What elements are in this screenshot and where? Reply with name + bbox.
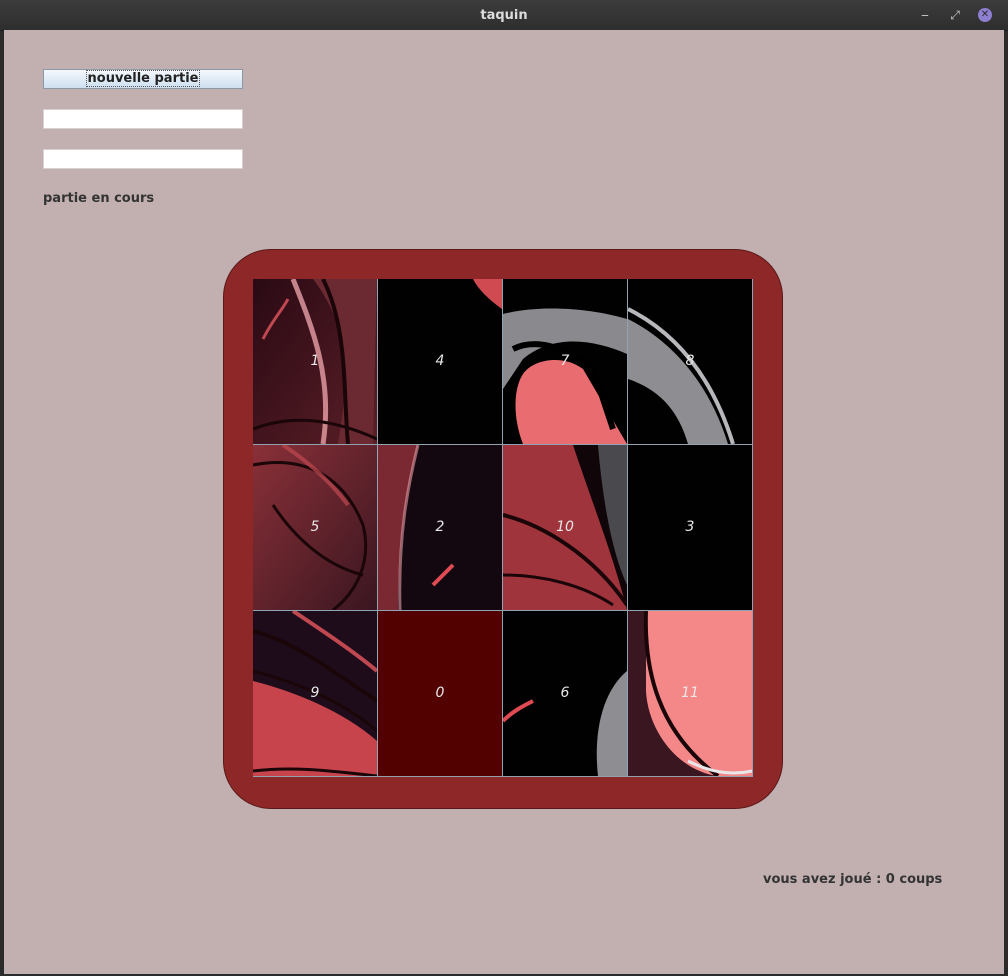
window-titlebar[interactable]: taquin ‒ ⤢ ✕ [0, 0, 1008, 31]
tile-number: 10 [556, 519, 574, 535]
moves-counter: vous avez joué : 0 coups [763, 872, 943, 887]
tile-number: 11 [681, 685, 699, 701]
game-status: partie en cours [43, 191, 155, 206]
empty-tile[interactable]: 0 [378, 611, 502, 776]
puzzle-tile[interactable]: 8 [628, 279, 752, 444]
close-icon[interactable]: ✕ [978, 8, 992, 22]
new-game-button[interactable]: nouvelle partie [43, 69, 243, 89]
puzzle-tile[interactable]: 7 [503, 279, 627, 444]
window-title: taquin [480, 8, 528, 23]
puzzle-tile[interactable]: 3 [628, 445, 752, 610]
puzzle-tile[interactable]: 11 [628, 611, 752, 776]
tile-number: 3 [685, 519, 695, 535]
puzzle-tile[interactable]: 2 [378, 445, 502, 610]
puzzle-grid: 1 4 7 8 5 2 10 3 9 0 6 11 [253, 279, 753, 777]
tile-number: 4 [435, 353, 445, 369]
puzzle-tile[interactable]: 5 [253, 445, 377, 610]
new-game-label: nouvelle partie [85, 70, 201, 87]
tile-number: 0 [435, 685, 445, 701]
puzzle-tile[interactable]: 10 [503, 445, 627, 610]
tile-number: 1 [310, 353, 320, 369]
puzzle-tile[interactable]: 6 [503, 611, 627, 776]
text-field-1[interactable] [43, 109, 243, 129]
tile-number: 6 [560, 685, 570, 701]
puzzle-tile[interactable]: 9 [253, 611, 377, 776]
tile-number: 9 [310, 685, 320, 701]
text-field-2[interactable] [43, 149, 243, 169]
tile-number: 8 [685, 353, 695, 369]
tile-number: 5 [310, 519, 320, 535]
puzzle-tile[interactable]: 4 [378, 279, 502, 444]
minimize-icon[interactable]: ‒ [918, 8, 932, 22]
game-window: nouvelle partie partie en cours 1 4 7 8 … [4, 30, 1004, 974]
tile-number: 2 [435, 519, 445, 535]
puzzle-tile[interactable]: 1 [253, 279, 377, 444]
maximize-icon[interactable]: ⤢ [948, 8, 962, 22]
tile-number: 7 [560, 353, 570, 369]
